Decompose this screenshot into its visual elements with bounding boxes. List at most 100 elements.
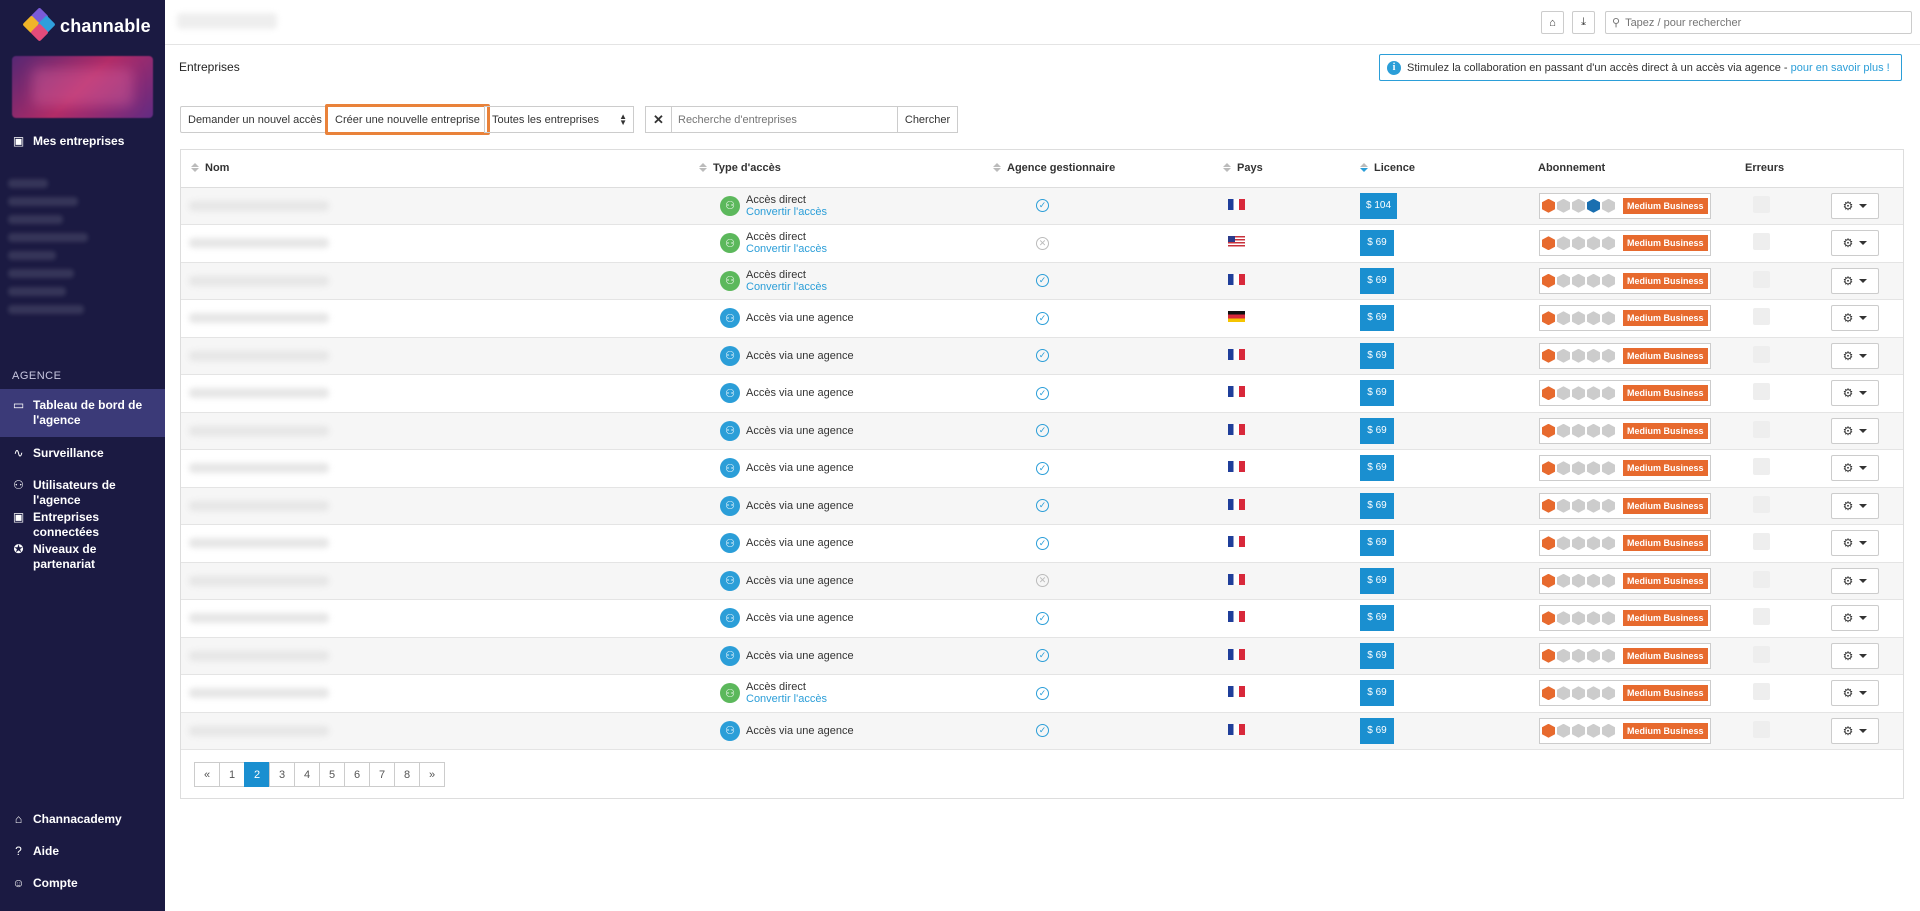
create-company-button[interactable]: Créer une nouvelle entreprise [325,104,490,135]
row-actions-button[interactable]: ⚙ [1831,680,1879,707]
row-actions-button[interactable]: ⚙ [1831,605,1879,632]
company-name[interactable] [189,725,329,736]
subscription-widget[interactable]: Medium Business [1539,230,1711,257]
company-search-input[interactable] [678,113,888,126]
licence-badge[interactable]: $ 69 [1360,605,1394,632]
table-row[interactable]: ⚇ Accès via une agence ✓ $ 69 Medium Busi… [181,337,1903,375]
pagination-page[interactable]: 5 [319,762,345,787]
subscription-widget[interactable]: Medium Business [1539,492,1711,519]
table-row[interactable]: ⚇ Accès via une agence ✓ $ 69 Medium Busi… [181,524,1903,563]
sidebar-item-monitoring[interactable]: ∿ Surveillance [0,446,165,461]
row-actions-button[interactable]: ⚙ [1831,192,1879,219]
row-actions-button[interactable]: ⚙ [1831,530,1879,557]
pagination-page[interactable]: 4 [294,762,320,787]
pagination-page[interactable]: 2 [244,762,270,787]
sidebar-item-agency-users[interactable]: ⚇ Utilisateurs de l'agence [0,478,165,508]
row-actions-button[interactable]: ⚙ [1831,380,1879,407]
company-name[interactable] [189,463,329,474]
pagination-next[interactable]: » [419,762,445,787]
column-header-access-type[interactable]: Type d'accès [699,150,987,188]
pagination-page[interactable]: 3 [269,762,295,787]
subscription-widget[interactable]: Medium Business [1539,680,1711,707]
account-switcher[interactable] [12,56,153,118]
company-name[interactable] [189,575,329,586]
sidebar-item-connected-companies[interactable]: ▣ Entreprises connectées [0,510,165,540]
row-actions-button[interactable]: ⚙ [1831,492,1879,519]
pagination-prev[interactable]: « [194,762,220,787]
learn-more-link[interactable]: pour en savoir plus ! [1791,62,1890,74]
subscription-widget[interactable]: Medium Business [1539,455,1711,482]
search-button[interactable]: Chercher [897,106,958,133]
subscription-widget[interactable]: Medium Business [1539,642,1711,669]
table-row[interactable]: ⚇ Accès via une agence ✓ $ 69 Medium Busi… [181,374,1903,413]
pagination-page[interactable]: 7 [369,762,395,787]
subscription-widget[interactable]: Medium Business [1539,605,1711,632]
convert-access-link[interactable]: Convertir l'accès [746,281,827,293]
table-row[interactable]: ⚇ Accès via une agence ✓ $ 69 Medium Busi… [181,637,1903,675]
licence-badge[interactable]: $ 69 [1360,492,1394,519]
column-header-country[interactable]: Pays [1223,150,1360,188]
request-access-button[interactable]: Demander un nouvel accès [180,106,330,133]
company-name[interactable] [189,613,329,624]
sidebar-item-my-companies[interactable]: ▣ Mes entreprises [0,134,165,149]
subscription-widget[interactable]: Medium Business [1539,717,1711,744]
row-actions-button[interactable]: ⚙ [1831,230,1879,257]
table-row[interactable]: ⚇ Accès direct Convertir l'accès ✓ $ 69 Me… [181,262,1903,300]
company-search[interactable] [671,106,898,133]
row-actions-button[interactable]: ⚙ [1831,455,1879,482]
row-actions-button[interactable]: ⚙ [1831,417,1879,444]
table-row[interactable]: ⚇ Accès via une agence ✓ $ 69 Medium Busi… [181,712,1903,750]
licence-badge[interactable]: $ 69 [1360,567,1394,594]
column-header-name[interactable]: Nom [181,150,699,188]
row-actions-button[interactable]: ⚙ [1831,717,1879,744]
licence-badge[interactable]: $ 69 [1360,417,1394,444]
company-name[interactable] [189,200,329,211]
sidebar-item-channacademy[interactable]: ⌂ Channacademy [0,812,165,827]
sidebar-item-partnership-levels[interactable]: ✪ Niveaux de partenariat [0,542,165,572]
global-search[interactable]: ⚲ [1605,11,1912,34]
column-header-managing-agency[interactable]: Agence gestionnaire [987,150,1223,188]
pagination-page[interactable]: 8 [394,762,420,787]
subscription-widget[interactable]: Medium Business [1539,417,1711,444]
company-name[interactable] [189,425,329,436]
table-row[interactable]: ⚇ Accès direct Convertir l'accès ✓ $ 69 Me… [181,674,1903,713]
company-name[interactable] [189,350,329,361]
home-button[interactable]: ⌂ [1541,11,1564,34]
table-row[interactable]: ⚇ Accès via une agence ✓ $ 69 Medium Busi… [181,299,1903,338]
row-actions-button[interactable]: ⚙ [1831,267,1879,294]
licence-badge[interactable]: $ 104 [1360,192,1398,219]
company-name[interactable] [189,650,329,661]
table-row[interactable]: ⚇ Accès via une agence ✓ $ 69 Medium Busi… [181,449,1903,488]
licence-badge[interactable]: $ 69 [1360,642,1394,669]
table-row[interactable]: ⚇ Accès direct Convertir l'accès ✕ $ 69 Me… [181,224,1903,263]
company-name[interactable] [189,275,329,286]
subscription-widget[interactable]: Medium Business [1539,530,1711,557]
company-name[interactable] [189,313,329,324]
channable-logo[interactable]: channable [22,7,151,42]
column-header-licence[interactable]: Licence [1360,150,1538,188]
global-search-input[interactable] [1625,16,1896,29]
clear-search-button[interactable]: ✕ [645,106,672,133]
row-actions-button[interactable]: ⚙ [1831,567,1879,594]
table-row[interactable]: ⚇ Accès direct Convertir l'accès ✓ $ 104 M… [181,187,1903,225]
company-filter-select[interactable]: Toutes les entreprises ▲ ▼ [484,106,634,133]
licence-badge[interactable]: $ 69 [1360,680,1394,707]
subscription-widget[interactable]: Medium Business [1539,267,1711,294]
company-name[interactable] [189,500,329,511]
subscription-widget[interactable]: Medium Business [1539,380,1711,407]
table-row[interactable]: ⚇ Accès via une agence ✓ $ 69 Medium Busi… [181,412,1903,450]
company-name[interactable] [189,688,329,699]
table-row[interactable]: ⚇ Accès via une agence ✓ $ 69 Medium Busi… [181,487,1903,525]
table-row[interactable]: ⚇ Accès via une agence ✓ $ 69 Medium Busi… [181,599,1903,638]
subscription-widget[interactable]: Medium Business [1539,192,1711,219]
sidebar-item-agency-dashboard[interactable]: ▭ Tableau de bord de l'agence [0,389,165,437]
subscription-widget[interactable]: Medium Business [1539,567,1711,594]
licence-badge[interactable]: $ 69 [1360,380,1394,407]
subscription-widget[interactable]: Medium Business [1539,305,1711,332]
company-name[interactable] [189,238,329,249]
row-actions-button[interactable]: ⚙ [1831,342,1879,369]
subscription-widget[interactable]: Medium Business [1539,342,1711,369]
download-button[interactable]: ⤓ [1572,11,1595,34]
row-actions-button[interactable]: ⚙ [1831,642,1879,669]
licence-badge[interactable]: $ 69 [1360,530,1394,557]
